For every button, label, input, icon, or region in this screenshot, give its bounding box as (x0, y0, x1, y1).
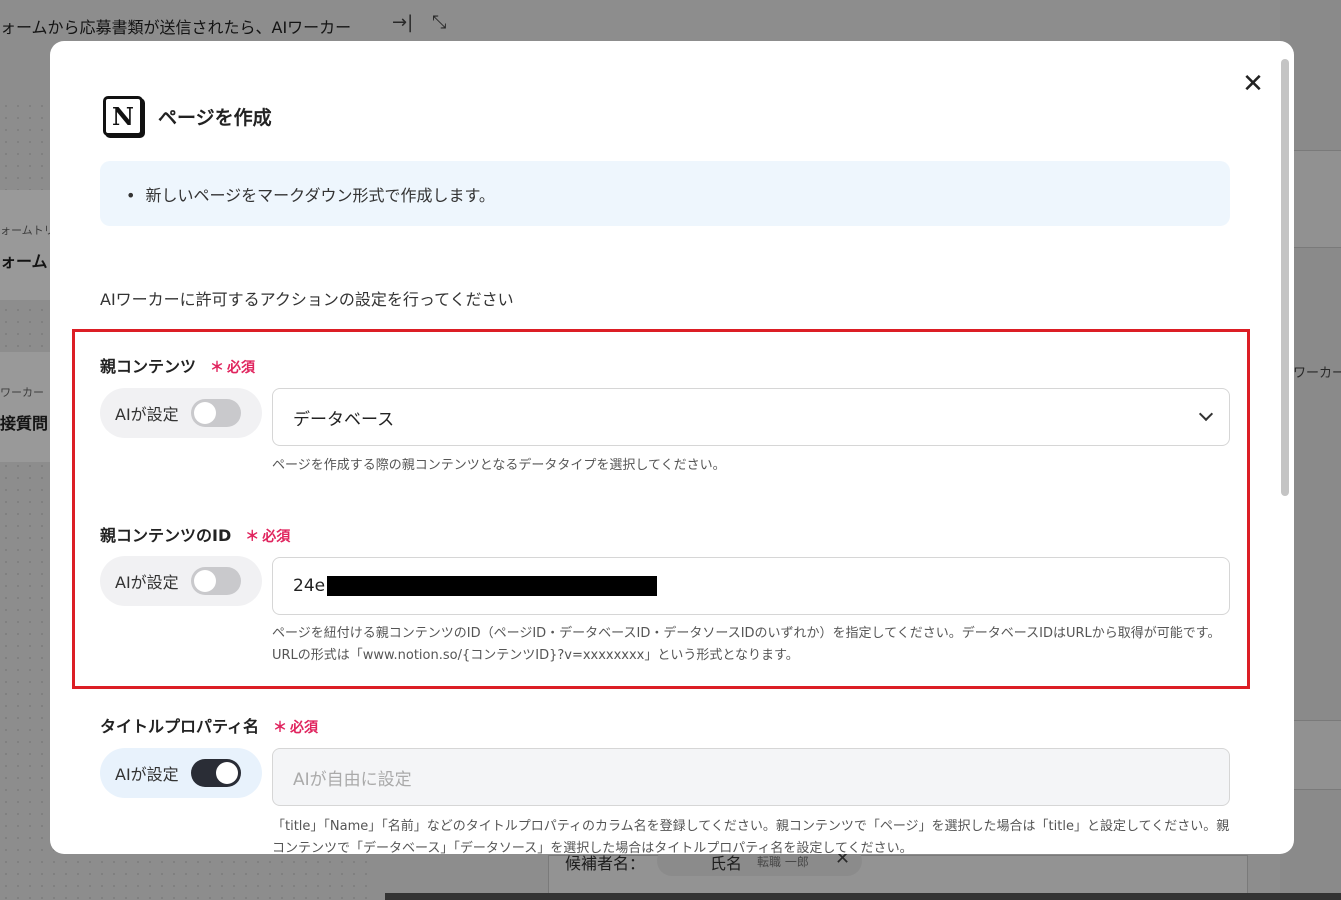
input-placeholder: AIが自由に設定 (293, 769, 412, 790)
notion-logo-icon: N (103, 96, 143, 136)
modal-header: N ページを作成 (103, 96, 272, 136)
ai-toggle-title-property[interactable]: AIが設定 (100, 748, 262, 798)
required-badge: ＊必須 (210, 360, 256, 376)
ai-toggle-label: AIが設定 (115, 765, 179, 784)
ai-toggle-label: AIが設定 (115, 573, 179, 592)
field-label-parent-content-id: 親コンテンツのID ＊必須 (100, 522, 290, 546)
select-value: データベース (293, 409, 395, 430)
ai-switch[interactable] (190, 567, 241, 595)
required-badge: ＊必須 (273, 720, 319, 736)
field-label-text: 親コンテンツ (100, 357, 197, 376)
instruction-text: AIワーカーに許可するアクションの設定を行ってください (100, 290, 514, 309)
ai-toggle-parent-content[interactable]: AIが設定 (100, 388, 262, 438)
field-label-title-property: タイトルプロパティ名 ＊必須 (100, 713, 318, 737)
required-badge: ＊必須 (245, 529, 291, 545)
ai-toggle-label: AIが設定 (115, 405, 179, 424)
ai-switch[interactable] (190, 759, 241, 787)
modal-scrollbar[interactable] (1281, 59, 1289, 496)
ai-toggle-parent-content-id[interactable]: AIが設定 (100, 556, 262, 606)
field-label-text: タイトルプロパティ名 (100, 717, 260, 736)
field-help-text: ページを作成する際の親コンテンツとなるデータタイプを選択してください。 (272, 458, 726, 473)
parent-content-id-input[interactable]: 24e (272, 557, 1230, 615)
info-item: 新しいページをマークダウン形式で作成します。 (126, 182, 1204, 206)
parent-content-select[interactable]: データベース (272, 388, 1230, 446)
create-page-modal: ✕ N ページを作成 新しいページをマークダウン形式で作成します。 AIワーカー… (50, 41, 1294, 854)
field-help-text: 「title」「Name」「名前」などのタイトルプロパティのカラム名を登録してく… (272, 819, 1230, 854)
chevron-down-icon (1198, 406, 1214, 422)
info-box: 新しいページをマークダウン形式で作成します。 (100, 161, 1230, 226)
field-help-text: ページを紐付ける親コンテンツのID（ページID・データベースID・データソースI… (272, 626, 1221, 663)
field-label-text: 親コンテンツのID (100, 526, 232, 545)
title-property-input[interactable]: AIが自由に設定 (272, 748, 1230, 806)
redacted-block (327, 576, 658, 596)
field-label-parent-content: 親コンテンツ ＊必須 (100, 353, 255, 377)
input-value: 24e (293, 576, 326, 596)
modal-title: ページを作成 (158, 106, 272, 129)
close-icon[interactable]: ✕ (1240, 71, 1266, 97)
ai-switch[interactable] (190, 399, 241, 427)
